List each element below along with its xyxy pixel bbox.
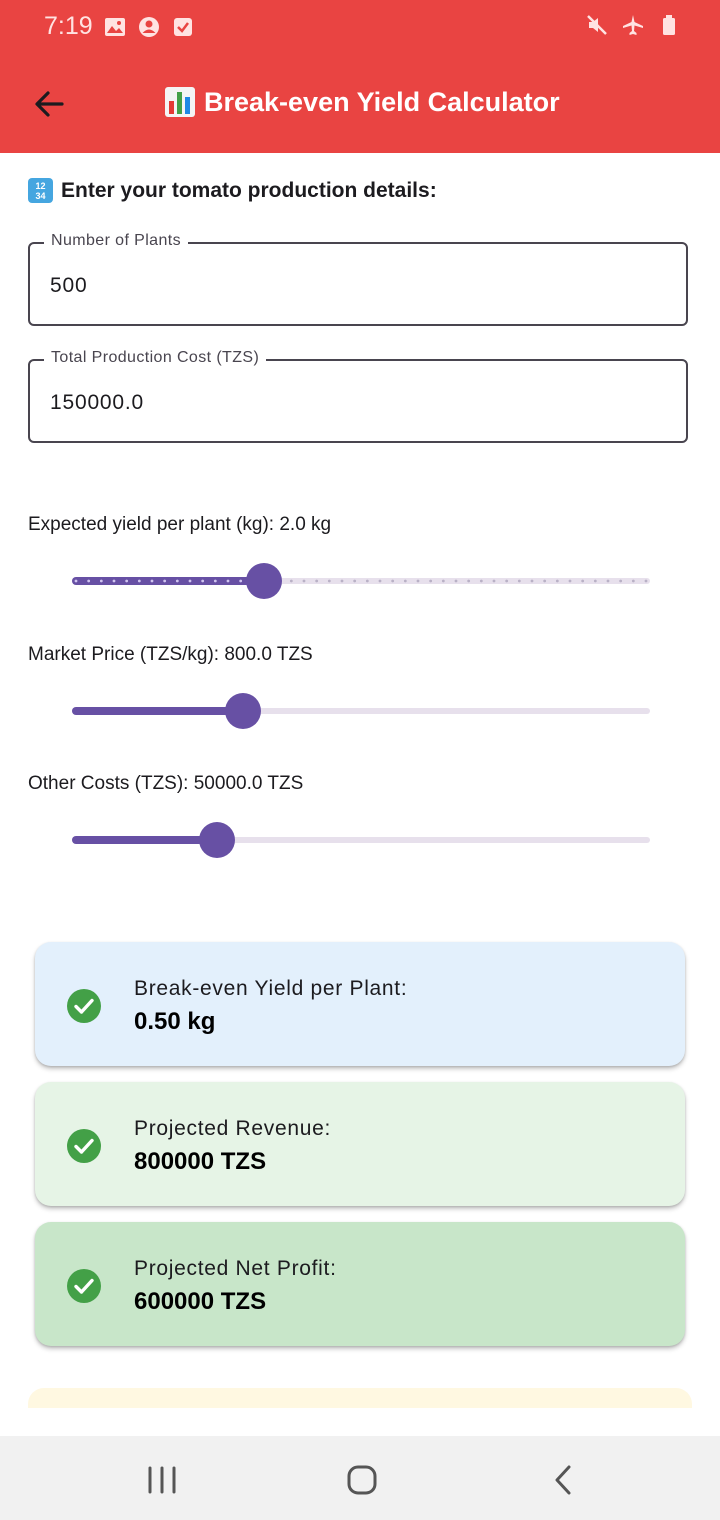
price-slider-fill [72, 707, 243, 715]
slider-tick [163, 579, 167, 583]
slider-tick [239, 579, 243, 583]
image-icon [105, 18, 125, 36]
form-heading-text: Enter your tomato production details: [61, 178, 437, 202]
slider-tick [175, 579, 179, 583]
battery-icon [663, 15, 675, 35]
plants-field-label: Number of Plants [44, 232, 189, 250]
slider-tick [416, 579, 420, 583]
revenue-card: Projected Revenue: 800000 TZS [35, 1082, 685, 1206]
slider-tick [188, 579, 192, 583]
slider-tick [213, 579, 217, 583]
yield-slider-ticks [74, 579, 648, 583]
revenue-value: 800000 TZS [134, 1148, 267, 1175]
slider-tick [467, 579, 471, 583]
yield-slider-thumb[interactable] [246, 563, 283, 599]
yield-slider[interactable] [72, 563, 650, 599]
slider-tick [289, 579, 293, 583]
slider-tick [125, 579, 129, 583]
break-even-card: Break-even Yield per Plant: 0.50 kg [35, 942, 685, 1066]
back-icon[interactable] [544, 1460, 584, 1500]
airplane-mode-icon [623, 15, 643, 35]
slider-tick [454, 579, 458, 583]
status-icons-right [586, 14, 680, 36]
slider-tick [150, 579, 154, 583]
slider-tick [479, 579, 483, 583]
slider-tick [315, 579, 319, 583]
slider-tick [606, 579, 610, 583]
mute-icon [587, 15, 607, 35]
account-circle-icon [139, 17, 159, 37]
break-even-title: Break-even Yield per Plant: [134, 977, 408, 1000]
slider-tick [441, 579, 445, 583]
slider-tick [631, 579, 635, 583]
yield-slider-label: Expected yield per plant (kg): 2.0 kg [28, 514, 332, 535]
home-icon[interactable] [342, 1460, 382, 1500]
back-arrow-icon[interactable] [30, 84, 70, 124]
price-slider[interactable] [72, 693, 650, 729]
revenue-title: Projected Revenue: [134, 1117, 332, 1140]
slider-tick [137, 579, 141, 583]
slider-tick [619, 579, 623, 583]
net-profit-value: 600000 TZS [134, 1288, 267, 1315]
slider-tick [340, 579, 344, 583]
slider-tick [378, 579, 382, 583]
system-nav-bar [0, 1436, 720, 1520]
app-title-text: Break-even Yield Calculator [204, 86, 560, 117]
checkbox-icon [174, 18, 192, 36]
other-costs-slider-fill [72, 836, 217, 844]
slider-tick [530, 579, 534, 583]
slider-tick [568, 579, 572, 583]
check-circle-icon [67, 1129, 101, 1163]
status-time: 7:19 [44, 12, 93, 40]
slider-tick [391, 579, 395, 583]
recent-apps-icon[interactable] [142, 1460, 182, 1500]
cost-field-label: Total Production Cost (TZS) [44, 349, 267, 367]
slider-tick [581, 579, 585, 583]
break-even-value: 0.50 kg [134, 1008, 216, 1035]
other-costs-slider-label: Other Costs (TZS): 50000.0 TZS [28, 773, 304, 794]
slider-tick [87, 579, 91, 583]
slider-tick [365, 579, 369, 583]
check-circle-icon [67, 1269, 101, 1303]
cost-field[interactable]: Total Production Cost (TZS) 150000.0 [28, 349, 688, 443]
other-costs-slider-thumb[interactable] [198, 822, 235, 858]
price-slider-label: Market Price (TZS/kg): 800.0 TZS [28, 644, 313, 665]
slider-tick [99, 579, 103, 583]
slider-tick [543, 579, 547, 583]
slider-tick [492, 579, 496, 583]
other-costs-slider[interactable] [72, 822, 650, 858]
net-profit-title: Projected Net Profit: [134, 1257, 337, 1280]
app-title: Break-even Yield Calculator [164, 86, 560, 118]
slider-tick [505, 579, 509, 583]
input-numbers-emoji-icon: 12 34 [28, 178, 53, 203]
plants-field-value[interactable]: 500 [50, 274, 87, 298]
slider-tick [429, 579, 433, 583]
slider-tick [226, 579, 230, 583]
slider-tick [327, 579, 331, 583]
net-profit-card: Projected Net Profit: 600000 TZS [35, 1222, 685, 1346]
plants-field[interactable]: Number of Plants 500 [28, 232, 688, 326]
cost-field-value[interactable]: 150000.0 [50, 391, 144, 415]
slider-tick [74, 579, 78, 583]
slider-tick [555, 579, 559, 583]
bar-chart-emoji-icon [165, 87, 195, 117]
price-slider-thumb[interactable] [224, 693, 261, 729]
slider-tick [593, 579, 597, 583]
check-circle-icon [67, 989, 101, 1023]
slider-tick [353, 579, 357, 583]
slider-tick [201, 579, 205, 583]
status-icons-left [104, 16, 194, 38]
form-heading: 12 34 Enter your tomato production detail… [28, 178, 437, 203]
slider-tick [517, 579, 521, 583]
slider-tick [403, 579, 407, 583]
slider-tick [112, 579, 116, 583]
partial-card [28, 1388, 692, 1408]
slider-tick [302, 579, 306, 583]
slider-tick [644, 579, 648, 583]
